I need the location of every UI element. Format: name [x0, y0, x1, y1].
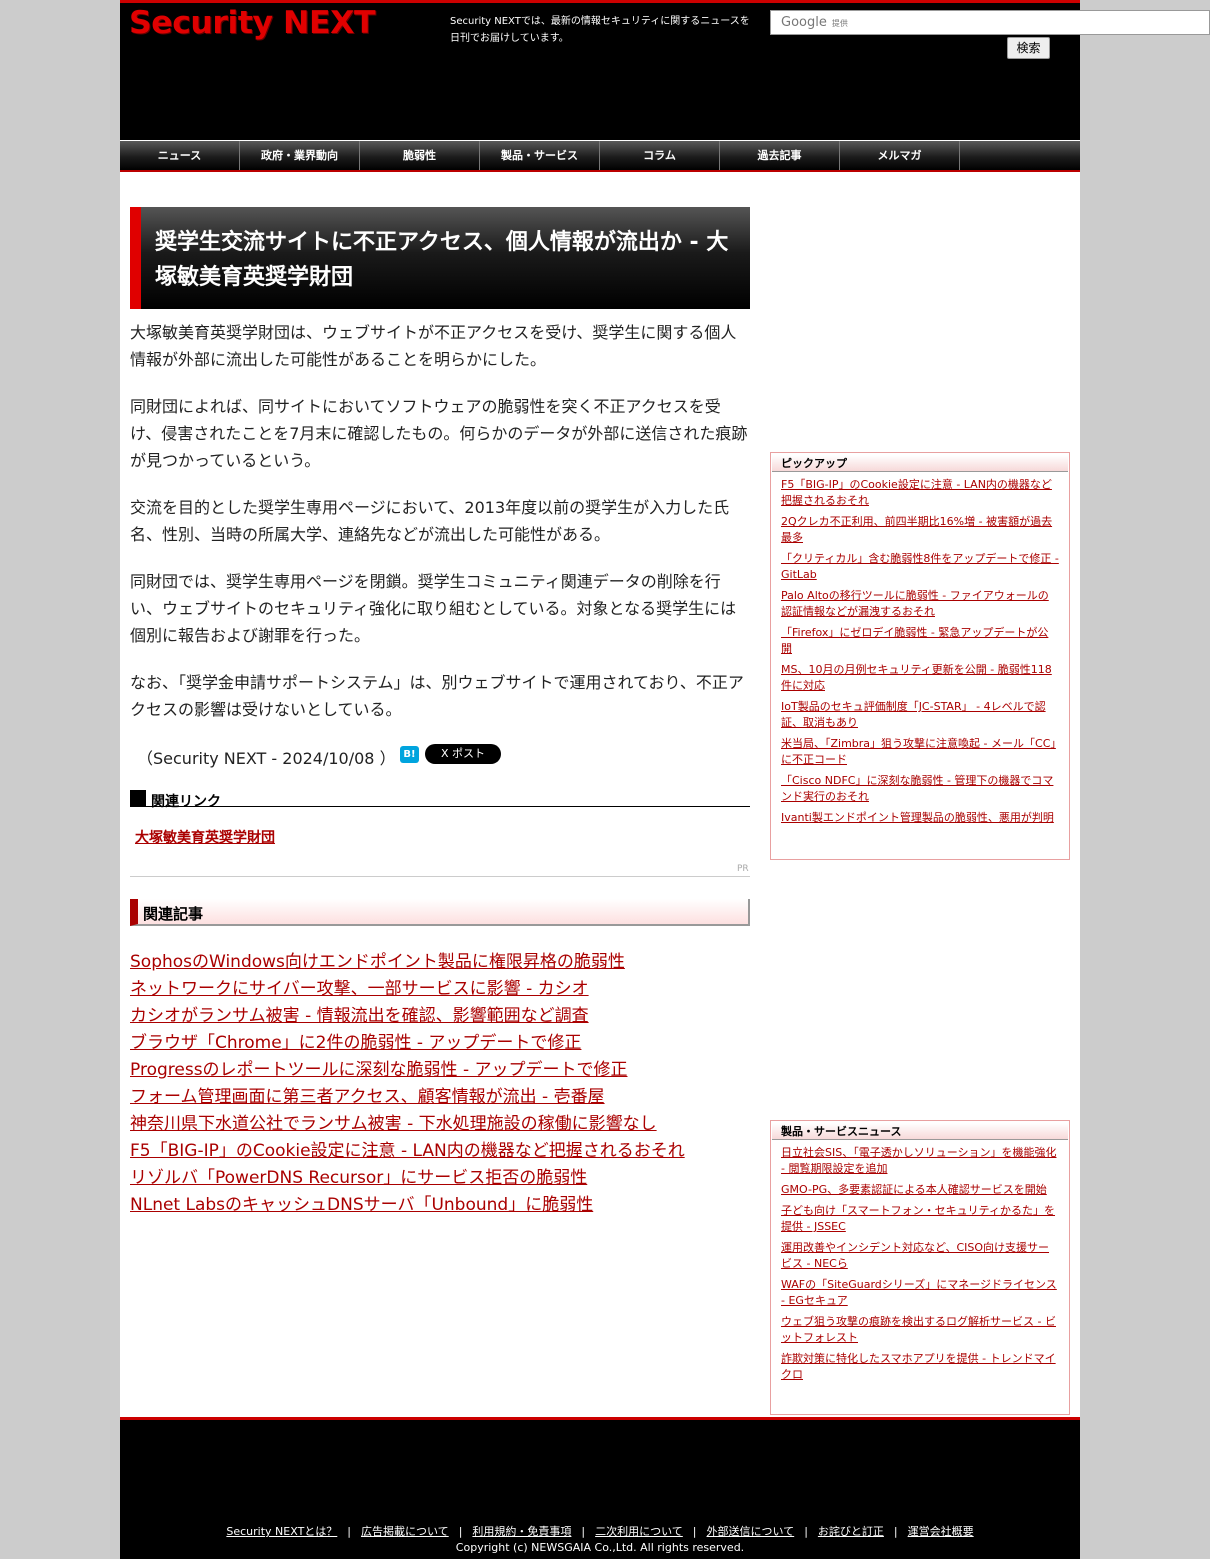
site-logo[interactable]: Security NEXT — [129, 5, 376, 41]
product-news-link[interactable]: WAFの「SiteGuardシリーズ」にマネージドライセンス - EGセキュア — [781, 1277, 1059, 1309]
pickup-link[interactable]: Palo Altoの移行ツールに脆弱性 - ファイアウォールの認証情報などが漏洩… — [781, 588, 1059, 620]
footer-links: Security NEXTとは？ | 広告掲載について | 利用規約・免責事項 | 二次利用… — [226, 1525, 974, 1538]
main-content: 奨学生交流サイトに不正アクセス、個人情報が流出か - 大塚敏美育英奨学財団 大塚… — [130, 207, 750, 1215]
related-article-link[interactable]: 神奈川県下水道公社でランサム被害 - 下水処理施設の稼働に影響なし — [130, 1111, 770, 1138]
related-article-link[interactable]: カシオがランサム被害 - 情報流出を確認、影響範囲など調査 — [130, 1003, 770, 1030]
byline: （Security NEXT - 2024/10/08 ） B! X ポスト — [130, 742, 750, 772]
related-article-link[interactable]: リゾルバ「PowerDNS Recursor」にサービス拒否の脆弱性 — [130, 1165, 770, 1192]
product-news-link[interactable]: 運用改善やインシデント対応など、CISO向け支援サービス - NECら — [781, 1240, 1059, 1272]
pickup-link[interactable]: 「Cisco NDFC」に深刻な脆弱性 - 管理下の機器でコマンド実行のおそれ — [781, 773, 1059, 805]
related-article-link[interactable]: ネットワークにサイバー攻撃、一部サービスに影響 - カシオ — [130, 976, 770, 1003]
footer-link-advertising[interactable]: 広告掲載について — [361, 1525, 449, 1538]
article-paragraph: 大塚敏美育英奨学財団は、ウェブサイトが不正アクセスを受け、奨学生に関する個人情報… — [130, 323, 737, 369]
organization-link[interactable]: 大塚敏美育英奨学財団 — [135, 827, 275, 847]
pickup-link[interactable]: 「クリティカル」含む脆弱性8件をアップデートで修正 - GitLab — [781, 551, 1059, 583]
article-paragraph: 交流を目的とした奨学生専用ページにおいて、2013年度以前の奨学生が入力した氏名… — [130, 498, 730, 544]
main-nav: ニュース 政府・業界動向 脆弱性 製品・サービス コラム 過去記事 メルマガ — [120, 141, 1080, 172]
product-news-box: 製品・サービスニュース 日立社会SIS、「電子透かしソリューション」を機能強化 … — [770, 1120, 1070, 1415]
article-body: 大塚敏美育英奨学財団は、ウェブサイトが不正アクセスを受け、奨学生に関する個人情報… — [130, 319, 750, 743]
nav-item-vulnerability[interactable]: 脆弱性 — [360, 141, 480, 170]
pickup-link[interactable]: MS、10月の月例セキュリティ更新を公開 - 脆弱性118件に対応 — [781, 662, 1059, 694]
pickup-link[interactable]: F5「BIG-IP」のCookie設定に注意 - LAN内の機器など把握されるお… — [781, 477, 1059, 509]
pickup-link[interactable]: 2Qクレカ不正利用、前四半期比16%増 - 被害額が過去最多 — [781, 514, 1059, 546]
related-links-heading-label: 関連リンク — [151, 794, 221, 810]
nav-item-archive[interactable]: 過去記事 — [720, 141, 840, 170]
article-paragraph: 同財団では、奨学生専用ページを閉鎖。奨学生コミュニティ関連データの削除を行い、ウ… — [130, 572, 737, 645]
pickup-link[interactable]: 「Firefox」にゼロデイ脆弱性 - 緊急アップデートが公開 — [781, 625, 1059, 657]
related-article-link[interactable]: フォーム管理画面に第三者アクセス、顧客情報が流出 - 壱番屋 — [130, 1084, 770, 1111]
product-news-link[interactable]: 子ども向け「スマートフォン・セキュリティかるた」を提供 - JSSEC — [781, 1203, 1059, 1235]
footer-link-about[interactable]: Security NEXTとは？ — [226, 1525, 337, 1538]
nav-item-newsletter[interactable]: メルマガ — [840, 141, 960, 170]
site-footer: Security NEXTとは？ | 広告掲載について | 利用規約・免責事項 | 二次利用… — [120, 1417, 1080, 1559]
site-tagline: Security NEXTでは、最新の情報セキュリティに関するニュースを日刊でお… — [450, 16, 750, 44]
related-articles-heading-label: 関連記事 — [143, 905, 204, 923]
footer-link-corrections[interactable]: お詫びと訂正 — [818, 1525, 884, 1538]
byline-text: （Security NEXT - 2024/10/08 ） — [137, 749, 396, 768]
related-article-link[interactable]: Progressのレポートツールに深刻な脆弱性 - アップデートで修正 — [130, 1057, 770, 1084]
search-brand: Google 提供 — [781, 15, 848, 30]
related-article-link[interactable]: SophosのWindows向けエンドポイント製品に権限昇格の脆弱性 — [130, 949, 770, 976]
copyright: Copyright (c) NEWSGAIA Co.,Ltd. All righ… — [455, 1541, 745, 1554]
hatena-bookmark-button[interactable]: B! — [400, 746, 419, 763]
related-article-link[interactable]: ブラウザ「Chrome」に2件の脆弱性 - アップデートで修正 — [130, 1030, 770, 1057]
x-post-button[interactable]: X ポスト — [425, 744, 501, 764]
search-brand-suffix: 提供 — [831, 19, 848, 28]
nav-item-news[interactable]: ニュース — [120, 141, 240, 170]
article-paragraph: 同財団によれば、同サイトにおいてソフトウェアの脆弱性を突く不正アクセスを受け、侵… — [130, 397, 748, 470]
footer-link-external-transmission[interactable]: 外部送信について — [707, 1525, 795, 1538]
pickup-heading: ピックアップ — [772, 455, 1068, 472]
pickup-box: ピックアップ F5「BIG-IP」のCookie設定に注意 - LAN内の機器な… — [770, 452, 1070, 860]
google-brand-label: Google — [781, 15, 827, 30]
search-button[interactable]: 検索 — [1007, 37, 1050, 59]
footer-link-reuse[interactable]: 二次利用について — [595, 1525, 683, 1538]
pickup-link[interactable]: IoT製品のセキュ評価制度「JC-STAR」 - 4レベルで認証、取消もあり — [781, 699, 1059, 731]
product-news-link[interactable]: 詐欺対策に特化したスマホアプリを提供 - トレンドマイクロ — [781, 1351, 1059, 1383]
footer-link-company[interactable]: 運営会社概要 — [908, 1525, 974, 1538]
pickup-link[interactable]: 米当局、「Zimbra」狙う攻撃に注意喚起 - メール「CC」に不正コード — [781, 736, 1059, 768]
product-news-heading: 製品・サービスニュース — [772, 1123, 1068, 1140]
nav-item-government[interactable]: 政府・業界動向 — [240, 141, 360, 170]
nav-item-products[interactable]: 製品・サービス — [480, 141, 600, 170]
pickup-link[interactable]: Ivanti製エンドポイント管理製品の脆弱性、悪用が判明 — [781, 810, 1059, 826]
product-news-link[interactable]: ウェブ狙う攻撃の痕跡を検出するログ解析サービス - ビットフォレスト — [781, 1314, 1059, 1346]
article-paragraph: なお、「奨学金申請サポートシステム」は、別ウェブサイトで運用されており、不正アク… — [130, 673, 744, 719]
page: Security NEXT Security NEXTでは、最新の情報セキュリテ… — [120, 0, 1210, 1559]
search-input[interactable]: Google 提供 — [770, 10, 1210, 35]
headline-box: 奨学生交流サイトに不正アクセス、個人情報が流出か - 大塚敏美育英奨学財団 — [130, 207, 750, 309]
related-articles-heading: 関連記事 — [130, 899, 750, 926]
pr-label: PR — [737, 864, 749, 874]
footer-link-terms[interactable]: 利用規約・免責事項 — [472, 1525, 571, 1538]
related-article-link[interactable]: F5「BIG-IP」のCookie設定に注意 - LAN内の機器など把握されるお… — [130, 1138, 770, 1165]
related-articles-list: SophosのWindows向けエンドポイント製品に権限昇格の脆弱性 ネットワー… — [130, 949, 770, 1219]
article-title: 奨学生交流サイトに不正アクセス、個人情報が流出か - 大塚敏美育英奨学財団 — [155, 230, 729, 290]
heading-square-icon — [130, 790, 146, 806]
divider — [130, 876, 750, 877]
product-news-link[interactable]: GMO-PG、多要素認証による本人確認サービスを開始 — [781, 1182, 1059, 1198]
related-article-link[interactable]: NLnet LabsのキャッシュDNSサーバ「Unbound」に脆弱性 — [130, 1192, 770, 1219]
nav-item-column[interactable]: コラム — [600, 141, 720, 170]
product-news-link[interactable]: 日立社会SIS、「電子透かしソリューション」を機能強化 - 閲覧期限設定を追加 — [781, 1145, 1059, 1177]
related-links-heading: 関連リンク — [130, 789, 750, 810]
